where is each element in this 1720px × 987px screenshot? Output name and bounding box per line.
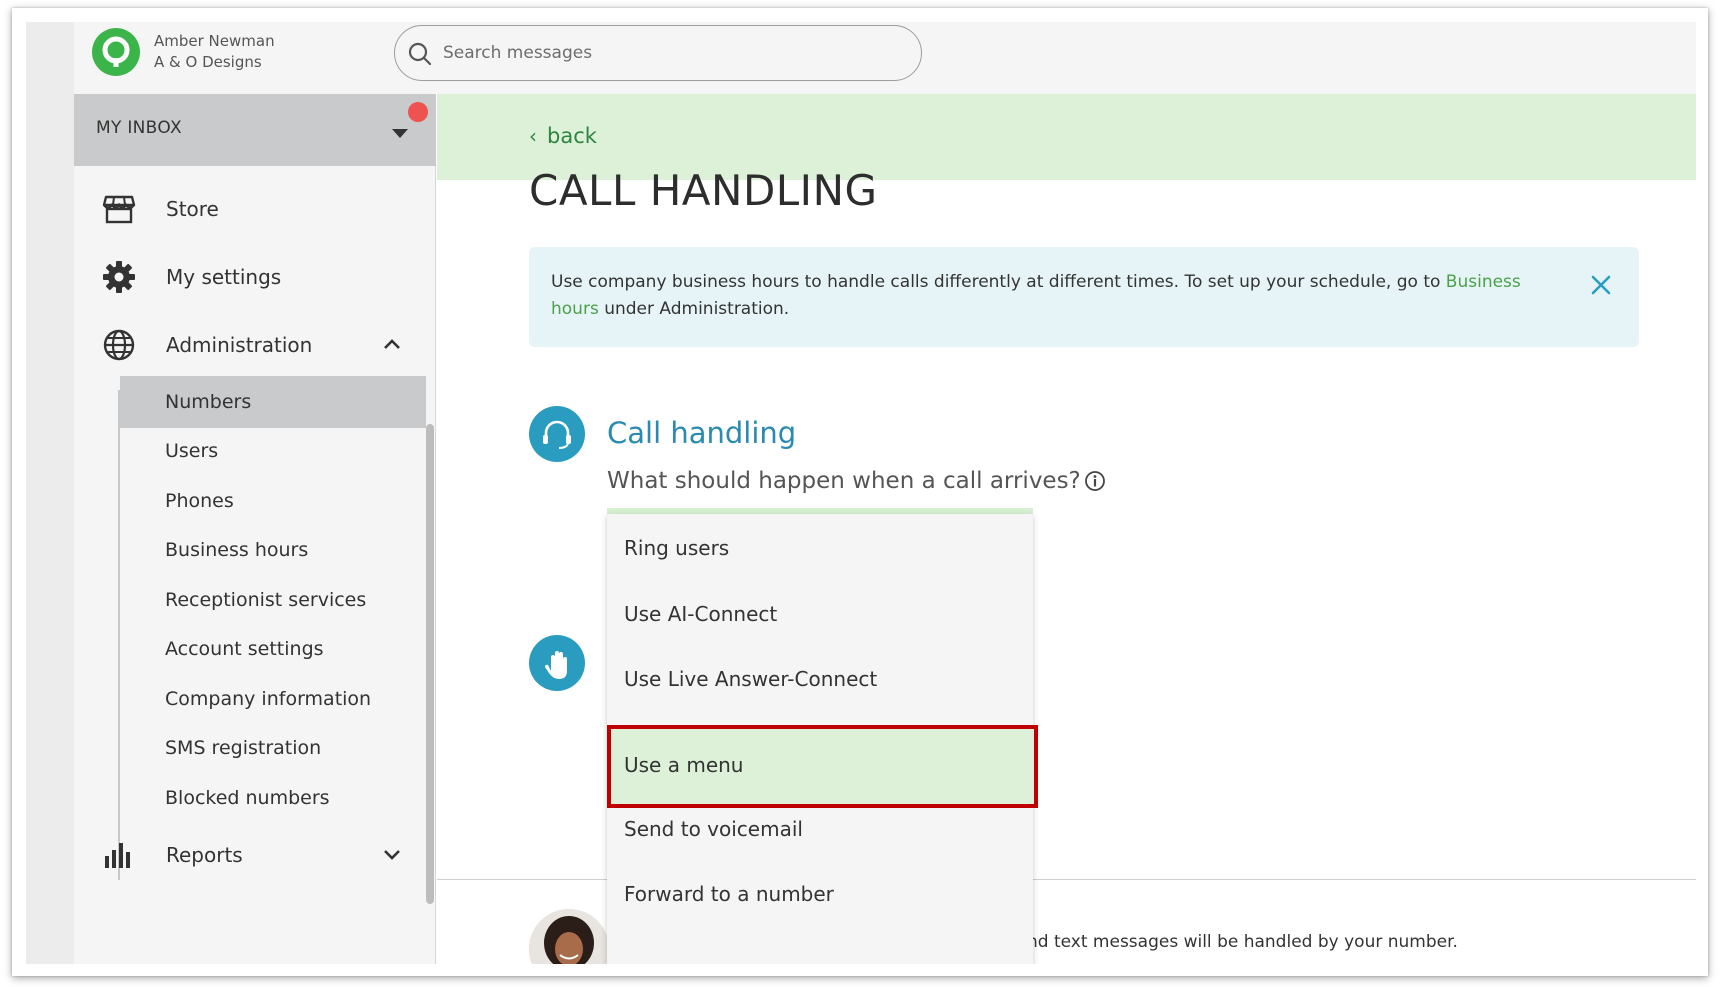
search-icon [408,42,432,66]
logo-icon [92,28,140,76]
section-question: What should happen when a call arrives? [607,468,1081,494]
sidebar-item-label: Store [166,197,219,221]
option-label: Use AI-Connect [624,602,778,626]
page-title: CALL HANDLING [529,166,878,215]
globe-icon [103,329,135,361]
bottom-description: nd text messages will be handled by your… [1027,932,1458,952]
account-name: Amber Newman [154,32,275,50]
sidebar-subitem-numbers[interactable]: Numbers [120,376,426,428]
headset-icon [529,406,585,462]
sidebar-subitem-receptionist-services[interactable]: Receptionist services [120,574,426,626]
highlight-outline [607,725,1038,808]
option-use-ai-connect[interactable]: Use AI-Connect [607,580,1033,650]
search-input[interactable] [443,40,903,66]
subitem-label: Phones [165,490,234,512]
info-text-after: under Administration. [598,299,790,319]
account-company: A & O Designs [154,53,262,71]
sidebar-subitem-account-settings[interactable]: Account settings [120,623,426,675]
subitem-label: SMS registration [165,737,322,759]
subitem-label: Account settings [165,638,324,660]
chevron-down-icon [384,850,400,860]
section-title: Call handling [607,416,797,450]
main-content: ‹ back CALL HANDLING Use company business… [437,94,1696,964]
sidebar-subitem-phones[interactable]: Phones [120,475,426,527]
caret-down-icon [392,129,408,138]
sidebar: MY INBOX Store My settings Administratio… [74,94,436,964]
inbox-selector[interactable]: MY INBOX [74,94,436,166]
avatar [529,909,609,964]
sidebar-item-administration[interactable]: Administration [74,314,436,374]
left-rail [26,22,74,964]
info-banner: Use company business hours to handle cal… [529,247,1639,347]
info-text-before: Use company business hours to handle cal… [551,272,1446,292]
sidebar-item-label: Administration [166,333,313,357]
close-icon[interactable] [1589,273,1613,297]
option-label: Ring users [624,536,730,560]
option-label: Send to voicemail [624,817,803,841]
subitem-label: Users [165,440,219,462]
sidebar-item-my-settings[interactable]: My settings [74,246,436,306]
notification-dot [408,102,428,122]
sidebar-subitem-sms-registration[interactable]: SMS registration [120,722,426,774]
sidebar-subitem-blocked-numbers[interactable]: Blocked numbers [120,772,426,824]
option-label: Use Live Answer-Connect [624,667,878,691]
option-forward-to-a-number[interactable]: Forward to a number [607,866,1033,936]
app-window: Amber Newman A & O Designs MY INBOX [26,22,1696,964]
info-icon[interactable] [1084,470,1106,492]
subitem-label: Numbers [165,391,252,413]
search-box[interactable] [394,25,922,81]
info-text: Use company business hours to handle cal… [551,269,1541,323]
gear-icon [103,261,135,293]
option-send-to-voicemail[interactable]: Send to voicemail [607,801,1033,871]
call-handling-dropdown: Ring users Use AI-Connect Use Live Answe… [607,514,1038,964]
chevron-up-icon [384,339,400,349]
chevron-left-icon: ‹ [529,124,537,148]
sidebar-item-store[interactable]: Store [74,178,436,238]
bar-chart-icon [105,843,130,868]
subitem-label: Business hours [165,539,309,561]
sidebar-item-reports[interactable]: Reports [74,824,436,884]
back-label: back [547,124,597,148]
subitem-label: Receptionist services [165,589,367,611]
top-bar: Amber Newman A & O Designs [74,22,1696,94]
sidebar-item-label: Reports [166,843,243,867]
screenshot-frame: Amber Newman A & O Designs MY INBOX [12,8,1708,976]
inbox-label: MY INBOX [96,118,182,138]
store-icon [102,195,136,224]
option-label: Forward to a number [624,882,834,906]
sidebar-subitem-users[interactable]: Users [120,425,426,477]
subitem-label: Blocked numbers [165,787,330,809]
option-ring-users[interactable]: Ring users [607,514,1033,584]
sidebar-subitem-business-hours[interactable]: Business hours [120,524,426,576]
option-use-live-answer-connect[interactable]: Use Live Answer-Connect [607,645,1033,715]
hand-icon [529,635,585,691]
subitem-label: Company information [165,688,372,710]
sidebar-item-label: My settings [166,265,282,289]
sidebar-subitem-company-information[interactable]: Company information [120,673,426,725]
back-link[interactable]: ‹ back [529,124,597,148]
